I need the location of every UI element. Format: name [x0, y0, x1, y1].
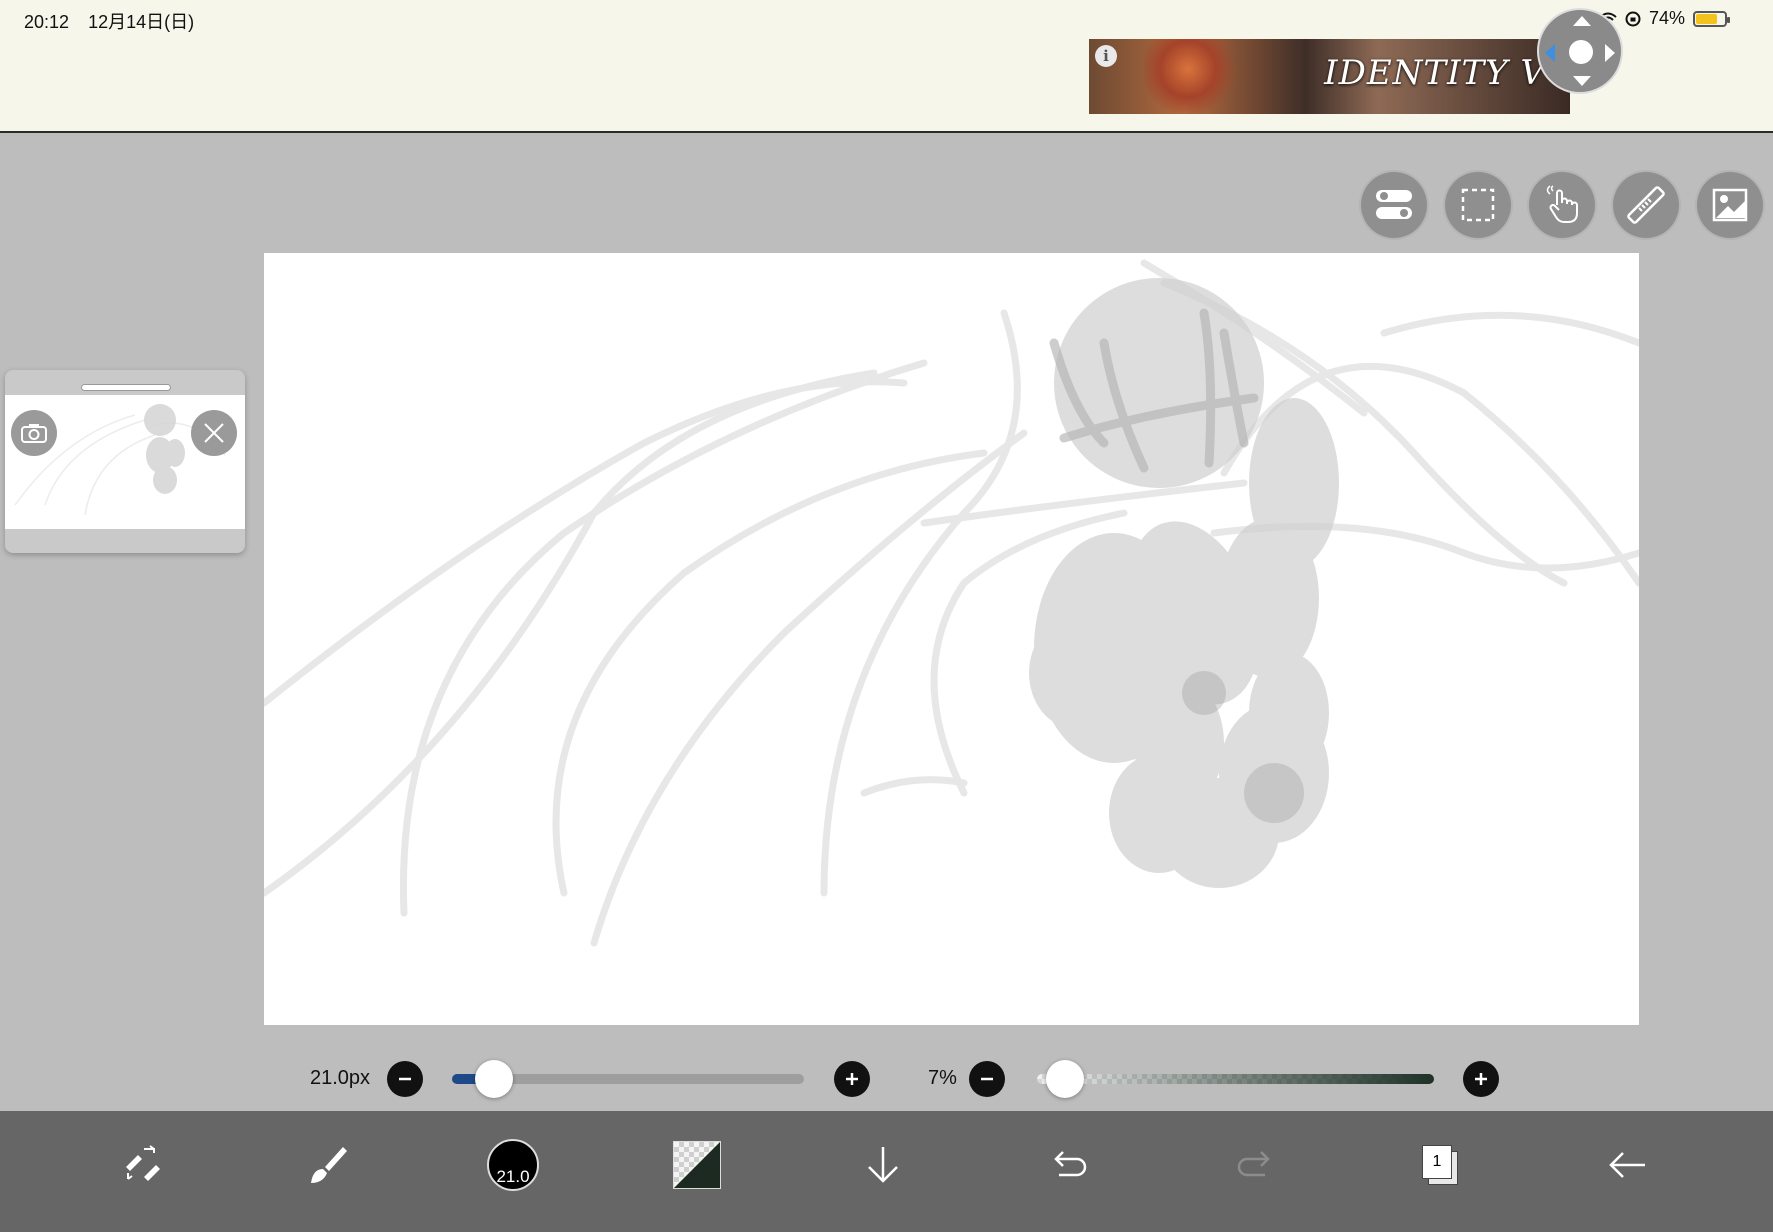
- ruler-button[interactable]: [1613, 172, 1679, 238]
- download-button[interactable]: [851, 1133, 915, 1197]
- ruler-icon: [1627, 186, 1665, 224]
- color-button[interactable]: [665, 1133, 729, 1197]
- status-right: 74%: [1599, 8, 1730, 29]
- hand-tool-button[interactable]: [1529, 172, 1595, 238]
- toggle-icon: [1376, 190, 1412, 219]
- size-increase-button[interactable]: [834, 1061, 870, 1097]
- orientation-lock-icon: [1625, 11, 1641, 26]
- opacity-decrease-button[interactable]: [969, 1061, 1005, 1097]
- back-arrow-icon: [1609, 1152, 1645, 1178]
- minus-icon: [981, 1077, 993, 1081]
- plus-icon: [1475, 1073, 1487, 1085]
- ad-artwork: [1144, 39, 1254, 114]
- layers-button[interactable]: 1: [1408, 1133, 1472, 1197]
- opacity-knob[interactable]: [1045, 1060, 1084, 1098]
- bottom-toolbar: 21.0 1: [0, 1111, 1773, 1232]
- camera-icon: [21, 424, 47, 443]
- redo-icon: [1237, 1151, 1270, 1177]
- status-time: 20:12: [24, 12, 70, 32]
- redo-button[interactable]: [1223, 1133, 1287, 1197]
- drawing-canvas[interactable]: [264, 253, 1639, 1025]
- image-icon: [1712, 188, 1748, 222]
- back-button[interactable]: [1595, 1133, 1659, 1197]
- battery-icon: [1693, 10, 1730, 27]
- arrow-right-icon[interactable]: [1605, 44, 1615, 62]
- brush-size-knob[interactable]: [475, 1060, 514, 1098]
- color-swatch: [673, 1141, 721, 1189]
- brush-size-label: 21.0px: [310, 1067, 371, 1089]
- ad-brand-text: IDENTITY V: [1324, 53, 1546, 93]
- opacity-slider[interactable]: [1037, 1074, 1434, 1084]
- hand-touch-icon: [1546, 185, 1578, 223]
- ad-banner[interactable]: i IDENTITY V: [1089, 39, 1570, 114]
- selection-button[interactable]: [1445, 172, 1511, 238]
- status-date: 12月14日(日): [88, 12, 195, 32]
- toggle-settings-button[interactable]: [1361, 172, 1427, 238]
- download-arrow-icon: [868, 1147, 898, 1183]
- sketch-artwork: [264, 259, 1639, 947]
- status-left: 20:12 12月14日(日): [24, 8, 208, 34]
- battery-percent: 74%: [1648, 8, 1685, 28]
- reference-window-grip[interactable]: [81, 384, 171, 391]
- size-decrease-button[interactable]: [387, 1061, 423, 1097]
- brush-size-indicator: 21.0: [487, 1139, 539, 1191]
- brush-button[interactable]: [295, 1133, 359, 1197]
- opacity-label: 7%: [928, 1067, 957, 1089]
- ad-info-icon[interactable]: i: [1095, 45, 1117, 67]
- marquee-select-icon: [1461, 188, 1495, 222]
- reference-camera-button[interactable]: [11, 410, 57, 456]
- dpad-joystick-icon[interactable]: [1537, 8, 1623, 94]
- reference-close-button[interactable]: [191, 410, 237, 456]
- reference-window[interactable]: [5, 370, 245, 553]
- arrow-up-icon[interactable]: [1573, 16, 1591, 26]
- brush-size-button[interactable]: 21.0: [481, 1133, 545, 1197]
- status-and-ad-bar: 20:12 12月14日(日) 74% i IDENTITY V: [0, 0, 1773, 133]
- joystick-center[interactable]: [1569, 40, 1593, 64]
- undo-icon: [1054, 1151, 1087, 1177]
- brush-icon: [311, 1147, 347, 1183]
- undo-button[interactable]: [1037, 1133, 1101, 1197]
- plus-icon: [846, 1073, 858, 1085]
- opacity-increase-button[interactable]: [1463, 1061, 1499, 1097]
- transform-icon: [126, 1145, 160, 1181]
- arrow-left-icon[interactable]: [1545, 44, 1555, 62]
- layers-icon: 1: [1422, 1145, 1458, 1185]
- brush-size-value: 21.0: [496, 1167, 530, 1186]
- layer-count: 1: [1422, 1145, 1452, 1179]
- close-icon: [204, 423, 224, 443]
- arrow-down-icon[interactable]: [1573, 76, 1591, 86]
- minus-icon: [399, 1077, 411, 1081]
- transform-button[interactable]: [110, 1133, 174, 1197]
- material-button[interactable]: [1697, 172, 1763, 238]
